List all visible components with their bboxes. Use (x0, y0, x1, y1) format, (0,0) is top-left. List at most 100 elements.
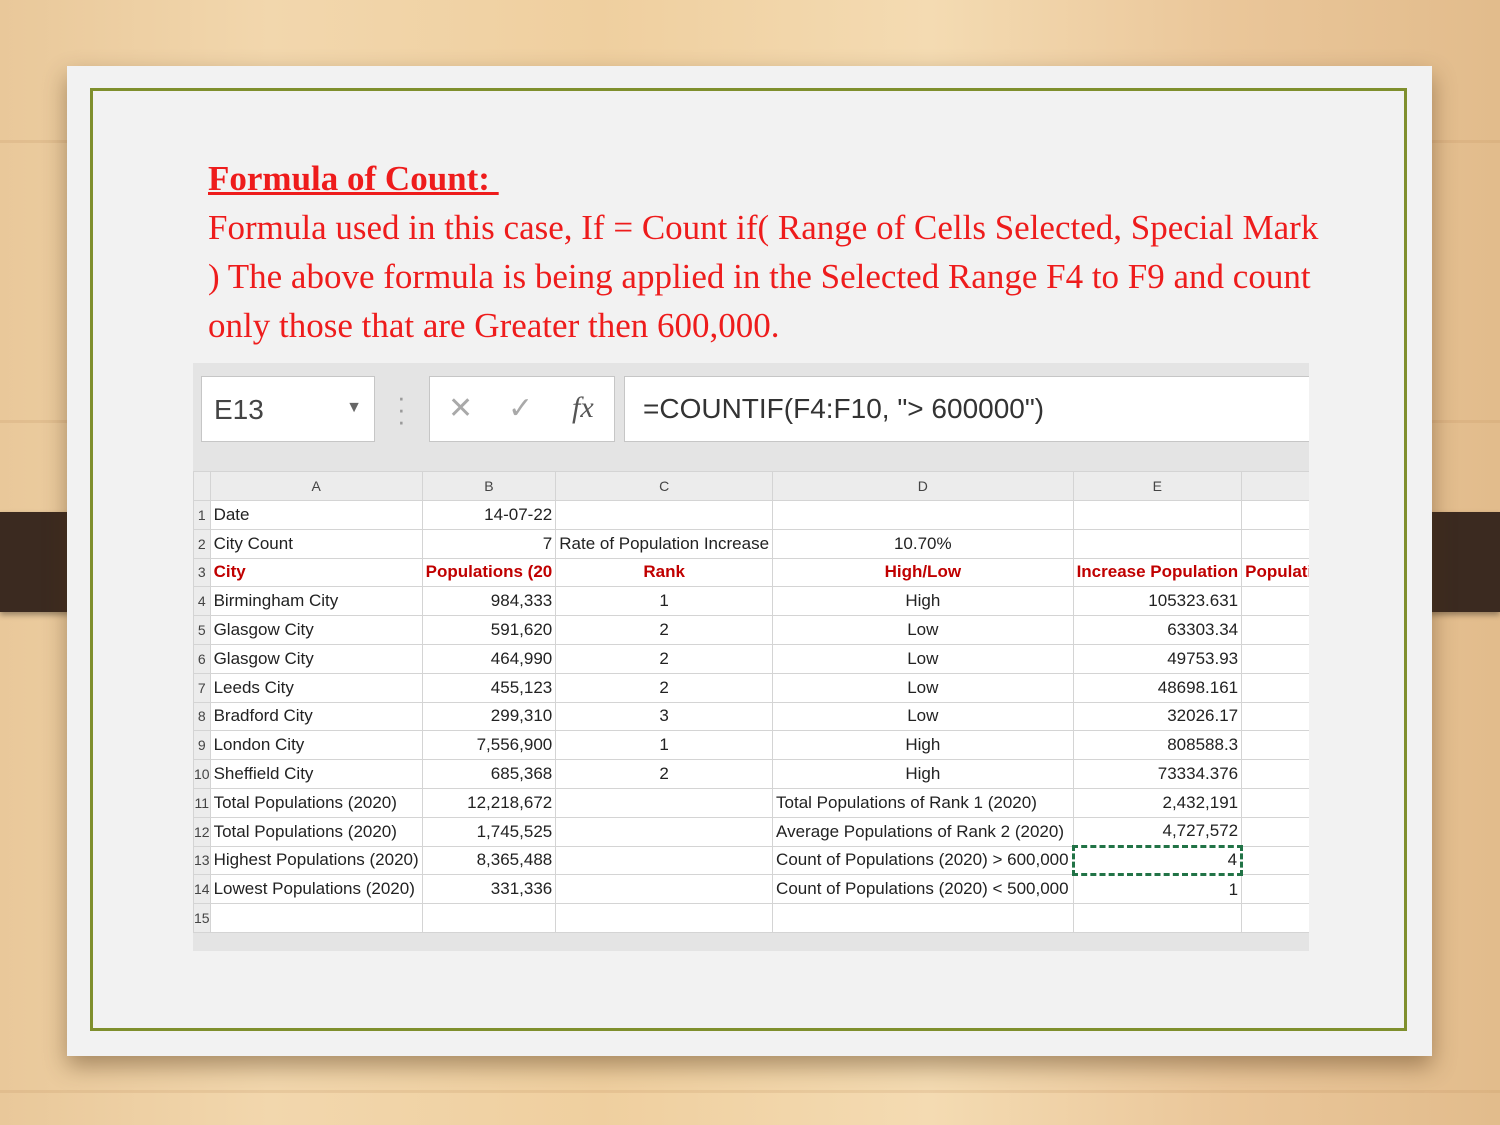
cell-f1[interactable] (1241, 500, 1309, 530)
cell-e6[interactable]: 49753.93 (1072, 643, 1243, 674)
cell-b15[interactable] (421, 903, 557, 933)
cell-a11[interactable]: Total Populations (2020) (209, 787, 423, 818)
cell-e7[interactable]: 48698.161 (1072, 672, 1243, 703)
column-header-d[interactable]: D (772, 471, 1074, 501)
cell-c3[interactable]: Rank (555, 557, 774, 588)
cell-f2[interactable] (1241, 528, 1309, 559)
cell-f10[interactable]: 758,702 (1241, 759, 1309, 789)
cell-b5[interactable]: 591,620 (421, 615, 557, 645)
cell-a8[interactable]: Bradford City (209, 701, 423, 732)
cell-a1[interactable]: Date (209, 500, 423, 530)
column-header-c[interactable]: C (555, 471, 774, 501)
cell-e11[interactable]: 2,432,191 (1072, 787, 1243, 818)
cell-b7[interactable]: 455,123 (421, 672, 557, 703)
cell-a4[interactable]: Birmingham City (209, 586, 423, 617)
cell-d4[interactable]: High (772, 586, 1074, 617)
cell-c1[interactable] (555, 500, 774, 530)
cell-b3[interactable]: Populations (20 (421, 557, 557, 588)
row-header[interactable]: 6 (193, 643, 211, 674)
cell-b11[interactable]: 12,218,672 (421, 787, 557, 818)
insert-function-icon[interactable]: fx (572, 391, 594, 425)
select-all-corner[interactable] (193, 471, 211, 501)
cell-a13[interactable]: Highest Populations (2020) (209, 845, 423, 876)
cell-f11[interactable] (1241, 787, 1309, 818)
cell-d12[interactable]: Average Populations of Rank 2 (2020) (772, 816, 1074, 847)
cell-c11[interactable] (555, 787, 774, 818)
cell-d8[interactable]: Low (772, 701, 1074, 732)
cell-d2[interactable]: 10.70% (772, 528, 1074, 559)
cell-a5[interactable]: Glasgow City (209, 615, 423, 645)
cell-f13[interactable] (1241, 845, 1309, 876)
cell-f5[interactable]: 654,923 (1241, 615, 1309, 645)
dropdown-arrow-icon[interactable]: ▼ (346, 399, 362, 417)
row-header[interactable]: 13 (193, 845, 211, 876)
cell-f14[interactable] (1241, 874, 1309, 905)
cell-c10[interactable]: 2 (555, 759, 774, 789)
cell-b13[interactable]: 8,365,488 (421, 845, 557, 876)
cell-c8[interactable]: 3 (555, 701, 774, 732)
cell-e4[interactable]: 105323.631 (1072, 586, 1243, 617)
row-header[interactable]: 10 (193, 759, 211, 789)
cell-c12[interactable] (555, 816, 774, 847)
row-header[interactable]: 5 (193, 615, 211, 645)
cell-d15[interactable] (772, 903, 1074, 933)
cell-e13[interactable]: 4 (1071, 844, 1244, 877)
row-header[interactable]: 11 (193, 787, 211, 818)
cell-c6[interactable]: 2 (555, 643, 774, 674)
cell-a14[interactable]: Lowest Populations (2020) (209, 874, 423, 905)
cell-e10[interactable]: 73334.376 (1072, 759, 1243, 789)
cell-c9[interactable]: 1 (555, 730, 774, 761)
cell-d3[interactable]: High/Low (772, 557, 1074, 588)
cell-b6[interactable]: 464,990 (421, 643, 557, 674)
cell-b1[interactable]: 14-07-22 (421, 500, 557, 530)
row-header[interactable]: 8 (193, 701, 211, 732)
cell-b12[interactable]: 1,745,525 (421, 816, 557, 847)
cell-f9[interactable]: 8,365,488 (1241, 730, 1309, 761)
cell-f8[interactable]: 331,336 (1241, 701, 1309, 732)
column-header-e[interactable]: E (1072, 471, 1243, 501)
cell-a2[interactable]: City Count (209, 528, 423, 559)
cell-c7[interactable]: 2 (555, 672, 774, 703)
cell-c13[interactable] (555, 845, 774, 876)
cell-e2[interactable] (1072, 528, 1243, 559)
formula-bar[interactable]: =COUNTIF(F4:F10, "> 600000") (624, 376, 1309, 442)
cell-e15[interactable] (1072, 903, 1243, 933)
cell-a7[interactable]: Leeds City (209, 672, 423, 703)
row-header[interactable]: 4 (193, 586, 211, 617)
cell-d14[interactable]: Count of Populations (2020) < 500,000 (772, 874, 1074, 905)
row-header[interactable]: 2 (193, 528, 211, 559)
cell-d1[interactable] (772, 500, 1074, 530)
cell-b10[interactable]: 685,368 (421, 759, 557, 789)
cell-c5[interactable]: 2 (555, 615, 774, 645)
cell-b9[interactable]: 7,556,900 (421, 730, 557, 761)
row-header[interactable]: 14 (193, 874, 211, 905)
row-header[interactable]: 9 (193, 730, 211, 761)
cell-b4[interactable]: 984,333 (421, 586, 557, 617)
cell-b8[interactable]: 299,310 (421, 701, 557, 732)
cell-f6[interactable]: 514,744 (1241, 643, 1309, 674)
enter-icon[interactable]: ✓ (508, 391, 533, 426)
cell-d6[interactable]: Low (772, 643, 1074, 674)
cell-d13[interactable]: Count of Populations (2020) > 600,000 (772, 845, 1074, 876)
cell-a15[interactable] (209, 903, 423, 933)
row-header[interactable]: 7 (193, 672, 211, 703)
cell-d5[interactable]: Low (772, 615, 1074, 645)
cell-e12[interactable]: 4,727,572 (1072, 816, 1243, 847)
cell-d7[interactable]: Low (772, 672, 1074, 703)
cell-d11[interactable]: Total Populations of Rank 1 (2020) (772, 787, 1074, 818)
column-header-b[interactable]: B (421, 471, 557, 501)
cell-a10[interactable]: Sheffield City (209, 759, 423, 789)
cell-e5[interactable]: 63303.34 (1072, 615, 1243, 645)
cell-e3[interactable]: Increase Population (1072, 557, 1243, 588)
cell-f7[interactable]: 503,821 (1241, 672, 1309, 703)
cell-d9[interactable]: High (772, 730, 1074, 761)
row-header[interactable]: 15 (193, 903, 211, 933)
row-header[interactable]: 1 (193, 500, 211, 530)
cell-e1[interactable] (1072, 500, 1243, 530)
cell-e9[interactable]: 808588.3 (1072, 730, 1243, 761)
cell-a6[interactable]: Glasgow City (209, 643, 423, 674)
cell-e14[interactable]: 1 (1072, 874, 1243, 905)
cell-c15[interactable] (555, 903, 774, 933)
cancel-icon[interactable]: ✕ (448, 391, 473, 426)
column-header-a[interactable]: A (209, 471, 423, 501)
